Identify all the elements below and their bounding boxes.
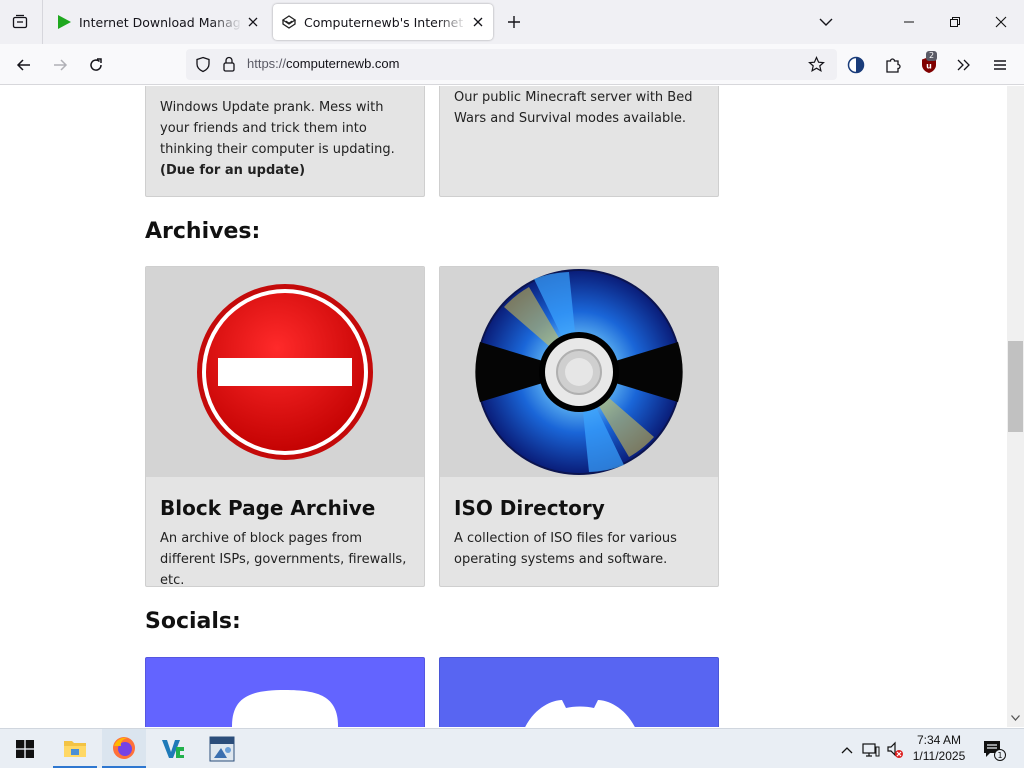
network-icon — [862, 743, 880, 757]
card-description: Our public Minecraft server with Bed War… — [454, 90, 693, 126]
extension-badge: 2 — [926, 51, 938, 61]
card-iso-directory[interactable]: ISO Directory A collection of ISO files … — [439, 266, 719, 587]
volume-muted-icon — [887, 741, 903, 758]
tab-close-button[interactable] — [467, 11, 489, 33]
arrow-left-icon — [16, 59, 30, 71]
notification-icon: 1 — [984, 741, 1006, 761]
list-all-tabs-button[interactable] — [815, 11, 837, 33]
chevron-down-icon — [1011, 715, 1020, 721]
close-icon — [995, 16, 1007, 28]
taskbar-vs-app[interactable] — [151, 729, 195, 768]
bookmark-star-icon[interactable] — [808, 56, 825, 73]
iso-tool-icon — [209, 736, 235, 762]
close-icon — [248, 17, 258, 27]
minimize-button[interactable] — [886, 0, 932, 44]
scrollbar-thumb[interactable] — [1008, 341, 1023, 432]
tab-close-button[interactable] — [242, 11, 264, 33]
network-tray-button[interactable] — [862, 741, 880, 759]
firefox-view-button[interactable] — [8, 10, 32, 34]
forward-button[interactable] — [47, 52, 73, 78]
arrow-right-icon — [54, 59, 68, 71]
computernewb-logo-icon — [281, 15, 297, 29]
plus-icon — [508, 16, 520, 28]
volume-tray-button[interactable] — [886, 741, 904, 759]
card-block-page-archive[interactable]: Block Page Archive An archive of block p… — [145, 266, 425, 587]
more-tools-button[interactable] — [951, 52, 977, 78]
start-button[interactable] — [3, 729, 47, 768]
chevron-up-icon — [841, 747, 853, 754]
minimize-icon — [904, 21, 914, 23]
idm-play-icon — [58, 15, 71, 29]
app-menu-button[interactable] — [987, 52, 1013, 78]
clock-time: 7:34 AM — [916, 733, 962, 747]
extensions-button[interactable] — [880, 52, 906, 78]
taskbar-iso-tool[interactable] — [200, 729, 244, 768]
windows-taskbar: 7:34 AM 1/11/2025 1 — [0, 728, 1024, 768]
card-title: Block Page Archive — [160, 496, 376, 520]
show-hidden-icons-button[interactable] — [838, 741, 856, 759]
card-description: A collection of ISO files for various op… — [454, 531, 677, 567]
tab-computernewb[interactable]: Computernewb's Internet Pub — [273, 4, 493, 40]
clock-date: 1/11/2025 — [912, 749, 966, 763]
reload-button[interactable] — [83, 52, 109, 78]
windows-logo-icon — [16, 740, 34, 758]
tab-bar: Internet Download Manager is a Computern… — [0, 0, 1024, 44]
card-windows-update-prank[interactable]: Windows Update prank. Mess with your fri… — [145, 86, 425, 197]
file-explorer-icon — [64, 740, 86, 757]
scroll-down-button[interactable] — [1008, 711, 1023, 725]
firefox-view-icon — [12, 14, 28, 29]
back-button[interactable] — [11, 52, 37, 78]
address-bar[interactable]: https://computernewb.com — [186, 49, 837, 80]
new-tab-button[interactable] — [503, 11, 525, 33]
taskbar-clock[interactable]: 7:34 AM 1/11/2025 — [906, 732, 972, 764]
restore-icon — [950, 17, 960, 27]
page-viewport: Windows Update prank. Mess with your fri… — [0, 86, 1007, 727]
card-image — [146, 267, 424, 477]
tab-separator — [42, 0, 43, 44]
notification-center-button[interactable]: 1 — [980, 737, 1008, 763]
firefox-icon — [113, 736, 135, 759]
taskbar-firefox[interactable] — [102, 729, 146, 768]
close-window-button[interactable] — [978, 0, 1024, 44]
url-text: https://computernewb.com — [247, 56, 399, 71]
taskbar-file-explorer[interactable] — [53, 729, 97, 768]
dark-reader-button[interactable] — [843, 52, 869, 78]
cd-disc-icon — [475, 269, 683, 475]
card-note: (Due for an update) — [160, 163, 306, 178]
card-minecraft-server[interactable]: Our public Minecraft server with Bed War… — [439, 86, 719, 197]
card-description: Windows Update prank. Mess with your fri… — [146, 86, 424, 181]
vs-code-icon — [162, 740, 184, 758]
card-title: ISO Directory — [454, 496, 605, 520]
archives-heading: Archives: — [145, 219, 261, 244]
notification-count: 1 — [997, 751, 1002, 760]
shield-icon — [196, 56, 210, 73]
svg-text:u: u — [926, 62, 932, 71]
lock-icon — [223, 56, 235, 72]
card-discord[interactable] — [439, 657, 719, 727]
card-image — [440, 267, 718, 477]
mastodon-icon — [232, 690, 338, 727]
tab-title: Internet Download Manager is a — [79, 14, 242, 30]
double-chevron-right-icon — [957, 59, 970, 71]
restore-button[interactable] — [932, 0, 978, 44]
card-desc-text: Windows Update prank. Mess with your fri… — [160, 100, 395, 157]
url-scheme: https:// — [247, 56, 287, 71]
hamburger-menu-icon — [994, 60, 1006, 70]
card-description: An archive of block pages from different… — [160, 531, 407, 587]
reload-icon — [90, 58, 102, 71]
close-icon — [473, 17, 483, 27]
card-mastodon[interactable] — [145, 657, 425, 727]
tab-idm[interactable]: Internet Download Manager is a — [50, 4, 268, 40]
contrast-icon — [847, 56, 865, 74]
no-entry-icon — [197, 284, 373, 460]
url-host: computernewb.com — [286, 56, 400, 71]
navigation-toolbar: https://computernewb.com u 2 — [0, 44, 1024, 85]
discord-icon — [525, 700, 635, 727]
puzzle-icon — [886, 58, 901, 73]
chevron-down-icon — [819, 18, 833, 26]
tab-title: Computernewb's Internet Pub — [304, 14, 467, 30]
socials-heading: Socials: — [145, 609, 241, 634]
